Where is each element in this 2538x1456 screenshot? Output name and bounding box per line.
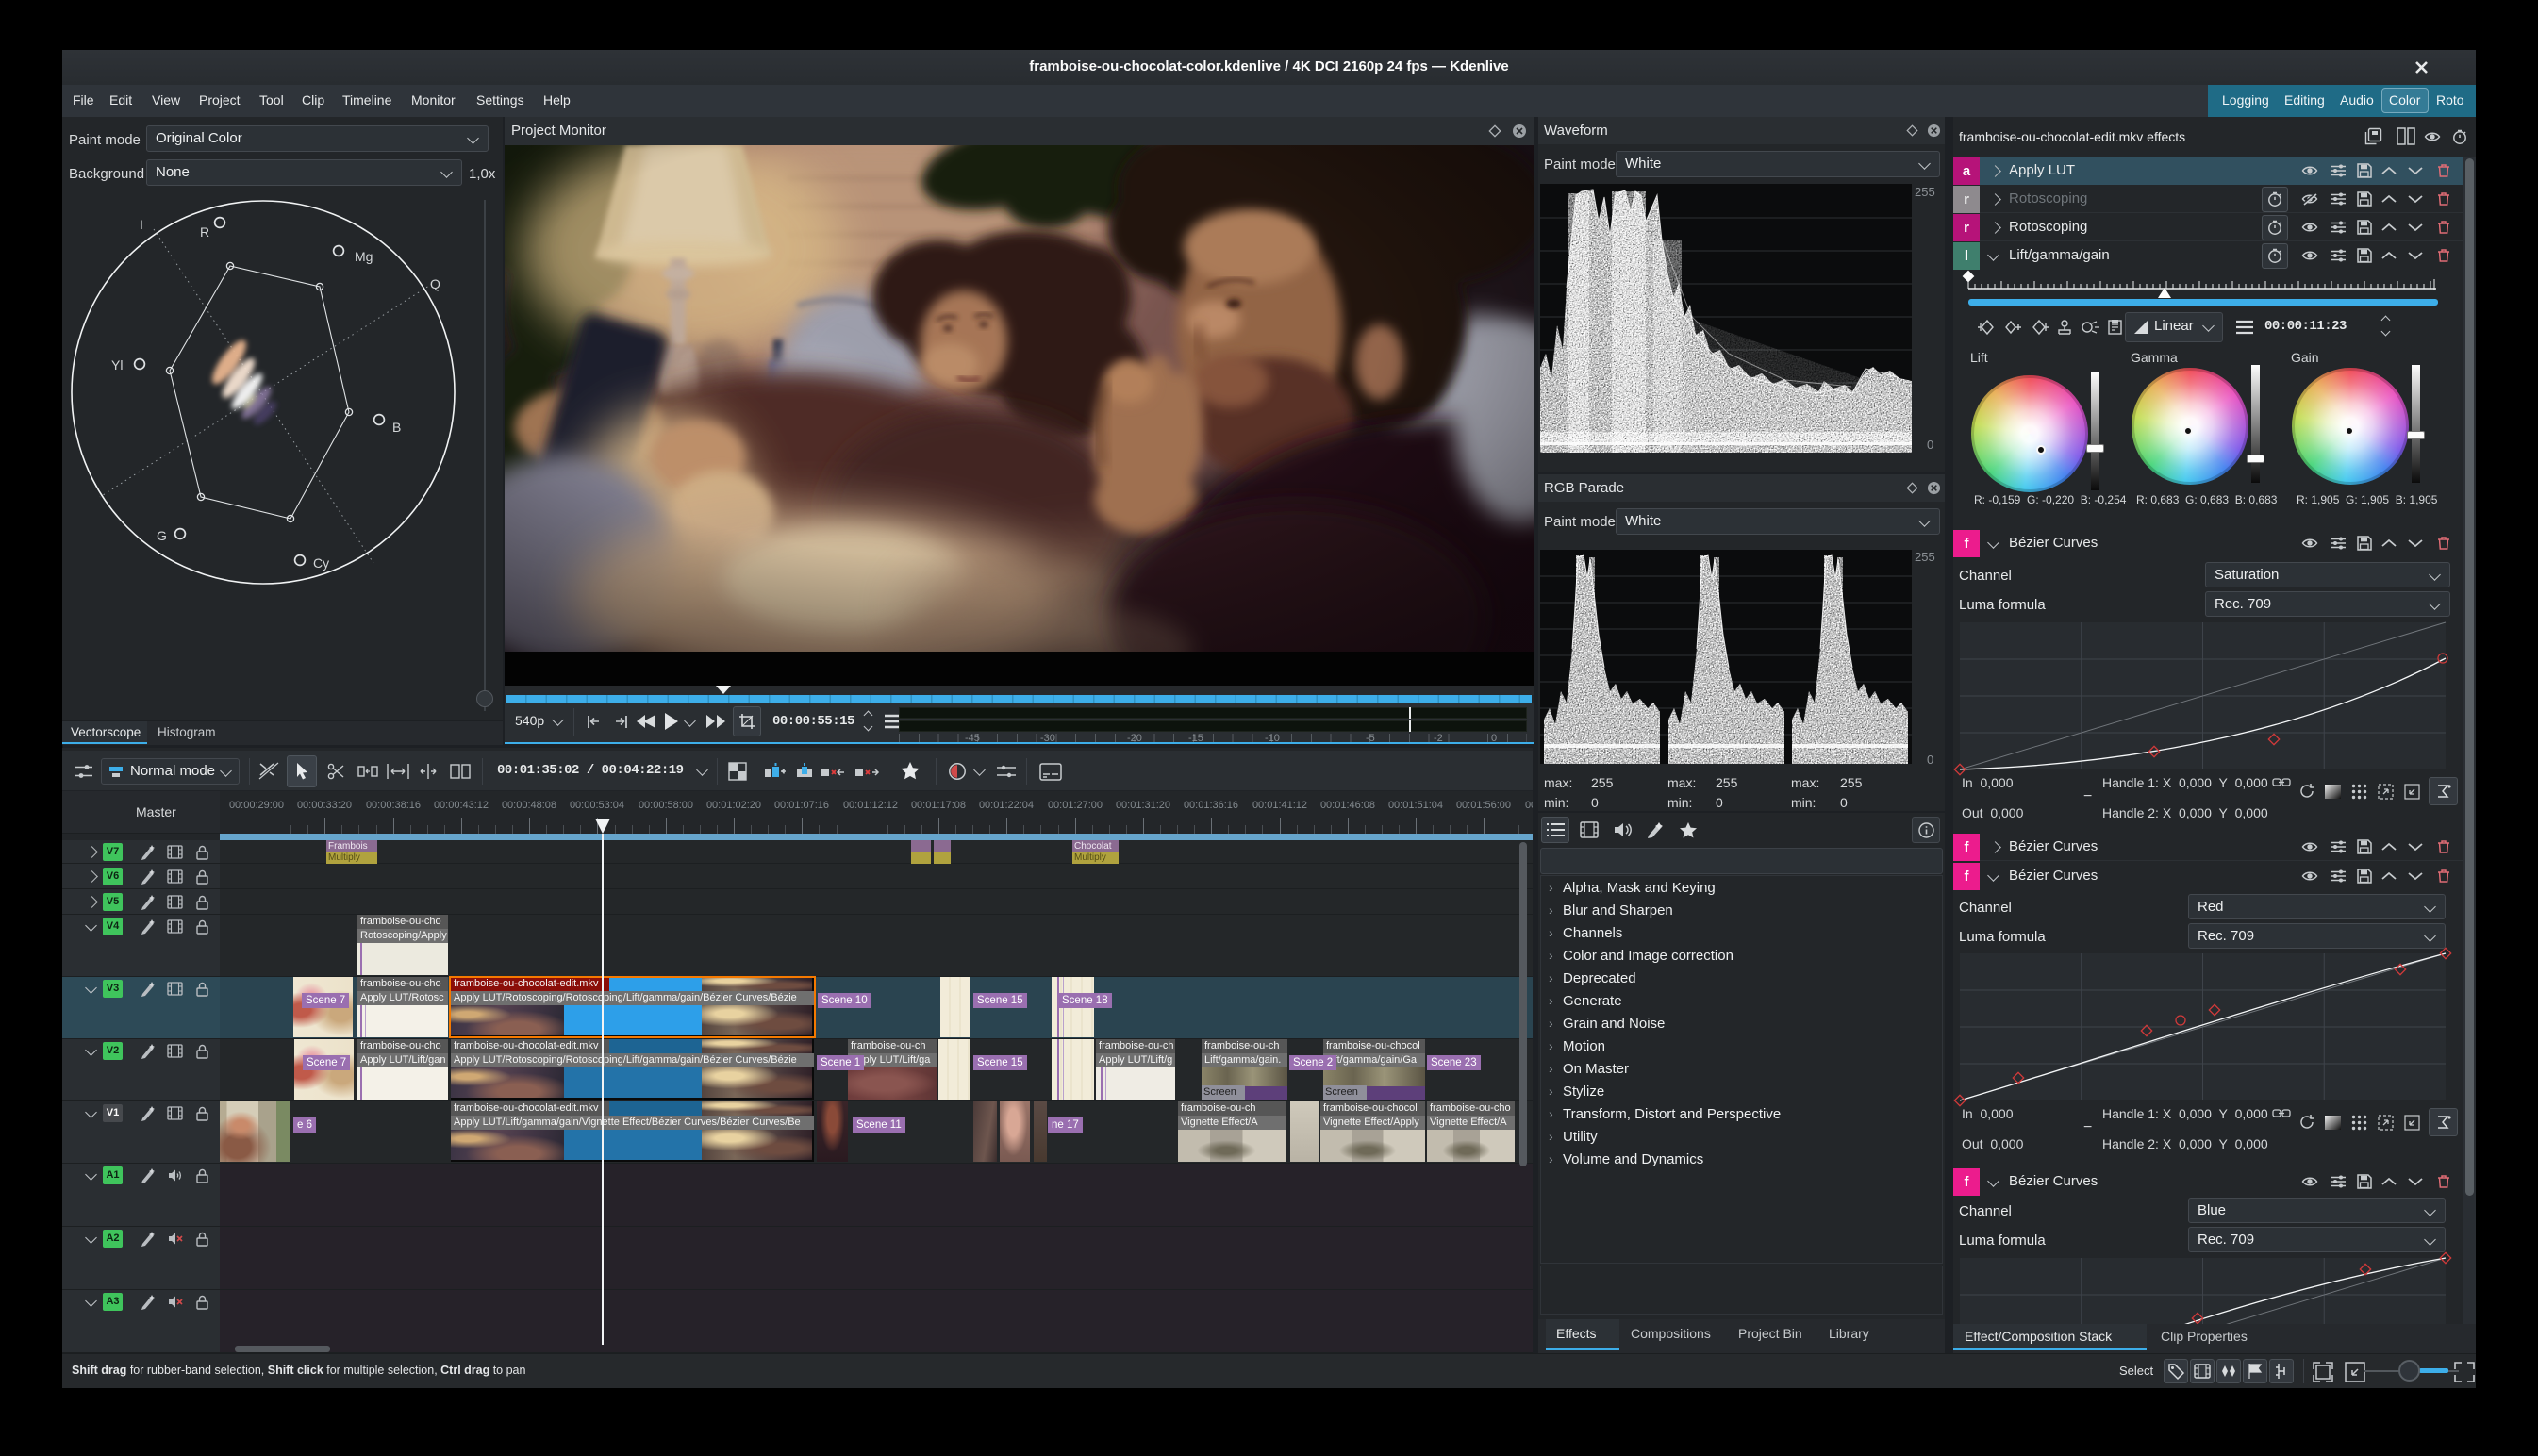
svg-text:Yl: Yl xyxy=(111,357,123,372)
svg-text:Cy: Cy xyxy=(313,555,329,571)
svg-text:G: G xyxy=(157,528,167,543)
svg-text:Q: Q xyxy=(430,276,440,291)
svg-text:R: R xyxy=(200,224,209,240)
svg-text:Mg: Mg xyxy=(355,249,373,264)
svg-text:I: I xyxy=(140,217,143,232)
svg-text:B: B xyxy=(392,420,401,435)
